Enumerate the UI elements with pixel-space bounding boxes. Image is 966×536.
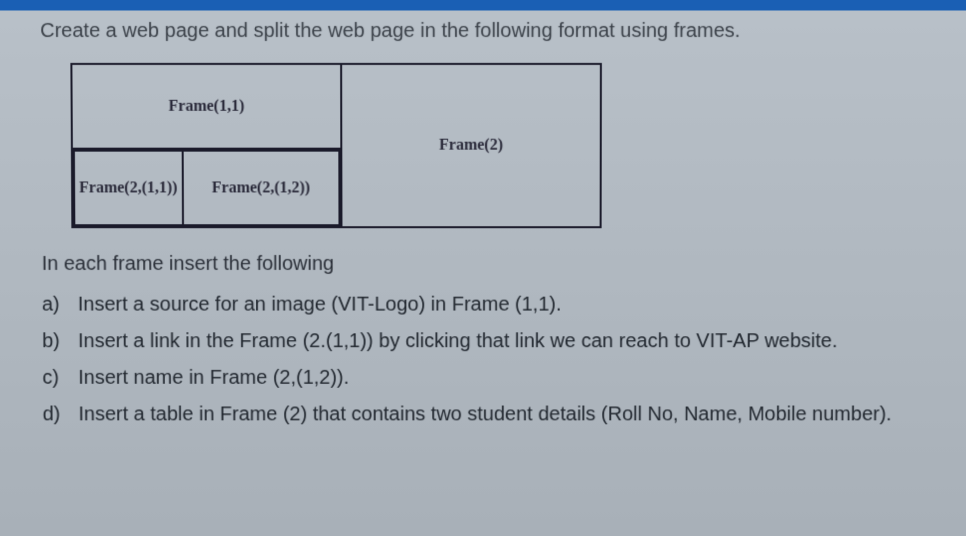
item-text: Insert name in Frame (2,(1,2)). [78,367,923,390]
list-item: c) Insert name in Frame (2,(1,2)). [42,367,923,390]
frame-2-cell: Frame(2) [341,64,601,227]
item-label: d) [43,404,79,427]
frame-1-1-cell: Frame(1,1) [71,64,341,149]
question-title: Create a web page and split the web page… [40,20,926,43]
item-label: a) [42,294,78,317]
item-text: Insert a table in Frame (2) that contain… [78,404,923,427]
list-item: d) Insert a table in Frame (2) that cont… [43,404,924,427]
frame-2-1-1-cell: Frame(2,(1,1)) [74,151,183,226]
list-item: a) Insert a source for an image (VIT-Log… [42,294,924,317]
frame-layout-diagram: Frame(1,1) Frame(2) Frame(2,(1,1)) Frame… [70,63,602,228]
list-item: b) Insert a link in the Frame (2.(1,1)) … [42,330,924,353]
item-label: b) [42,330,78,353]
question-container: Create a web page and split the web page… [0,0,966,460]
frame-2-1-2-cell: Frame(2,(1,2)) [182,151,339,226]
item-label: c) [42,367,78,390]
instructions-heading: In each frame insert the following [42,253,925,276]
item-text: Insert a link in the Frame (2.(1,1)) by … [78,330,924,353]
item-text: Insert a source for an image (VIT-Logo) … [78,294,924,317]
